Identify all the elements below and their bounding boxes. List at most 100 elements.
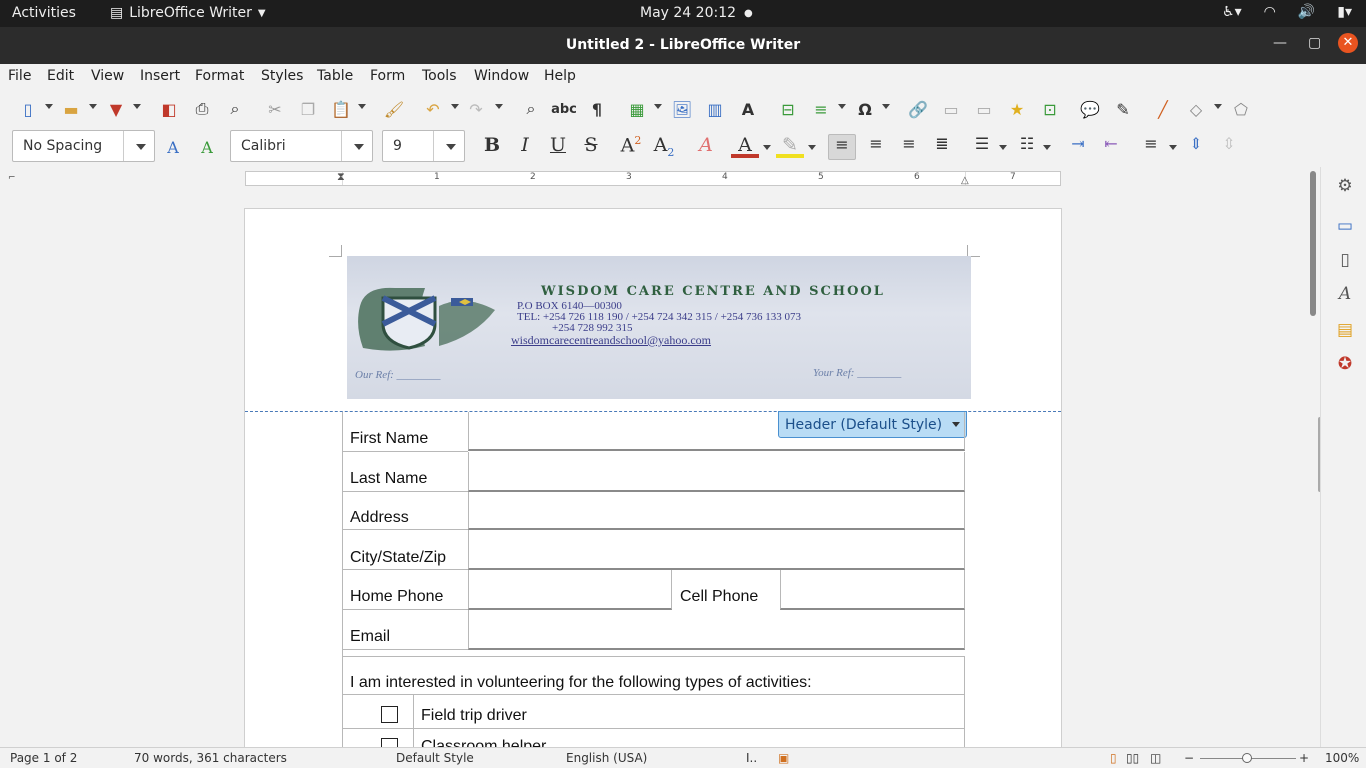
- chevron-down-icon[interactable]: [451, 104, 459, 109]
- align-left-icon[interactable]: ≡: [828, 134, 856, 160]
- decrease-paragraph-spacing-icon[interactable]: ⇳: [1215, 134, 1243, 160]
- endnote-icon[interactable]: ▭: [971, 96, 997, 122]
- increase-paragraph-spacing-icon[interactable]: ⇕: [1182, 134, 1210, 160]
- menu-edit[interactable]: Edit: [47, 68, 74, 84]
- bullet-list-icon[interactable]: ☰: [968, 134, 996, 160]
- font-size-combo[interactable]: 9: [382, 130, 465, 162]
- close-icon[interactable]: ✕: [1338, 33, 1358, 53]
- document-modified-icon[interactable]: ▣: [778, 751, 789, 765]
- minimize-icon[interactable]: —: [1273, 35, 1287, 51]
- menu-file[interactable]: File: [8, 68, 31, 84]
- activities-button[interactable]: Activities: [12, 5, 76, 21]
- home-phone-field[interactable]: [468, 570, 672, 610]
- special-character-icon[interactable]: Ω: [852, 96, 878, 122]
- cell-phone-field[interactable]: [780, 570, 965, 610]
- accessibility-icon[interactable]: ♿▾: [1222, 4, 1242, 20]
- document-page[interactable]: WISDOM CARE CENTRE AND SCHOOL P.O BOX 61…: [244, 208, 1062, 747]
- paste-icon[interactable]: 📋: [328, 96, 354, 122]
- update-style-icon[interactable]: A: [160, 134, 186, 160]
- cut-icon[interactable]: ✂: [262, 96, 288, 122]
- field-trip-driver-checkbox[interactable]: [381, 706, 398, 723]
- insert-chart-icon[interactable]: ▥: [702, 96, 728, 122]
- footnote-icon[interactable]: ▭: [938, 96, 964, 122]
- address-field[interactable]: [468, 492, 965, 530]
- insert-image-icon[interactable]: 🖼: [669, 96, 695, 122]
- first-name-field[interactable]: [468, 412, 965, 451]
- properties-icon[interactable]: ▭: [1334, 216, 1356, 238]
- zoom-in-icon[interactable]: +: [1299, 751, 1309, 765]
- menu-styles[interactable]: Styles: [261, 68, 303, 84]
- chevron-down-icon[interactable]: [1169, 145, 1177, 150]
- chevron-down-icon[interactable]: [358, 104, 366, 109]
- increase-indent-icon[interactable]: ⇥: [1064, 134, 1092, 160]
- insert-table-icon[interactable]: ▦: [624, 96, 650, 122]
- tab-stop-icon[interactable]: ⌐: [8, 173, 16, 183]
- align-center-icon[interactable]: ≡: [862, 134, 890, 160]
- book-view-icon[interactable]: ◫: [1150, 751, 1161, 765]
- justify-icon[interactable]: ≣: [928, 134, 956, 160]
- vertical-scrollbar[interactable]: [1306, 167, 1326, 747]
- track-changes-icon[interactable]: ✎: [1110, 96, 1136, 122]
- new-style-icon[interactable]: A: [194, 134, 220, 160]
- find-replace-icon[interactable]: ⌕: [518, 96, 544, 122]
- classroom-helper-checkbox[interactable]: [381, 738, 398, 747]
- chevron-down-icon[interactable]: [1043, 145, 1051, 150]
- bold-icon[interactable]: B: [478, 134, 506, 160]
- menu-insert[interactable]: Insert: [140, 68, 180, 84]
- formatting-marks-icon[interactable]: ¶: [584, 96, 610, 122]
- chevron-down-icon[interactable]: [654, 104, 662, 109]
- draw-functions-icon[interactable]: ⬠: [1228, 96, 1254, 122]
- navigator-icon[interactable]: ✪: [1334, 354, 1356, 376]
- multi-page-view-icon[interactable]: ▯▯: [1126, 751, 1139, 765]
- word-count[interactable]: 70 words, 361 characters: [134, 751, 287, 765]
- maximize-icon[interactable]: ▢: [1308, 35, 1321, 51]
- chevron-down-icon[interactable]: [838, 104, 846, 109]
- menu-window[interactable]: Window: [474, 68, 529, 84]
- strikethrough-icon[interactable]: S: [577, 134, 605, 160]
- gallery-icon[interactable]: ▤: [1334, 320, 1356, 342]
- chevron-down-icon[interactable]: [89, 104, 97, 109]
- insert-mode-icon[interactable]: I..: [746, 751, 757, 765]
- basic-shapes-icon[interactable]: ◇: [1183, 96, 1209, 122]
- copy-icon[interactable]: ❐: [295, 96, 321, 122]
- save-icon[interactable]: ▼: [103, 96, 129, 122]
- system-tray[interactable]: ♿▾ ◠ 🔊 ▮▾: [1222, 4, 1352, 20]
- chevron-down-icon[interactable]: [446, 144, 456, 150]
- clone-formatting-icon[interactable]: 🖌: [381, 96, 407, 122]
- insert-page-break-icon[interactable]: ⊟: [775, 96, 801, 122]
- city-state-zip-field[interactable]: [468, 530, 965, 570]
- insert-textbox-icon[interactable]: A: [735, 96, 761, 122]
- page-style[interactable]: Default Style: [396, 751, 474, 765]
- last-name-field[interactable]: [468, 452, 965, 492]
- bookmark-icon[interactable]: ★: [1004, 96, 1030, 122]
- export-pdf-icon[interactable]: ◧: [156, 96, 182, 122]
- chevron-down-icon[interactable]: [882, 104, 890, 109]
- align-right-icon[interactable]: ≡: [895, 134, 923, 160]
- chevron-down-icon[interactable]: [763, 145, 771, 150]
- underline-icon[interactable]: U: [544, 134, 572, 160]
- clear-formatting-icon[interactable]: A: [692, 134, 720, 160]
- chevron-down-icon[interactable]: [133, 104, 141, 109]
- numbered-list-icon[interactable]: ☷: [1013, 134, 1041, 160]
- chevron-down-icon[interactable]: [136, 144, 146, 150]
- open-folder-icon[interactable]: ▬: [58, 96, 84, 122]
- left-indent-marker[interactable]: ⧗: [337, 170, 345, 184]
- zoom-out-icon[interactable]: −: [1184, 751, 1194, 765]
- paragraph-style-combo[interactable]: No Spacing: [12, 130, 155, 162]
- menu-help[interactable]: Help: [544, 68, 576, 84]
- styles-icon[interactable]: A: [1334, 284, 1356, 306]
- insert-field-icon[interactable]: ≡: [808, 96, 834, 122]
- right-indent-marker[interactable]: △: [961, 175, 969, 186]
- italic-icon[interactable]: I: [511, 134, 539, 160]
- chevron-down-icon[interactable]: [1214, 104, 1222, 109]
- horizontal-ruler[interactable]: 1 2 3 4 5 6 7 ⧗ △: [245, 170, 1061, 186]
- chevron-down-icon[interactable]: [808, 145, 816, 150]
- print-preview-icon[interactable]: ⌕: [222, 96, 248, 122]
- cross-reference-icon[interactable]: ⊡: [1037, 96, 1063, 122]
- language[interactable]: English (USA): [566, 751, 647, 765]
- clock[interactable]: May 24 20:12 ●: [640, 5, 753, 21]
- spelling-icon[interactable]: abc: [551, 96, 577, 122]
- chevron-down-icon[interactable]: [495, 104, 503, 109]
- decrease-indent-icon[interactable]: ⇤: [1097, 134, 1125, 160]
- menu-tools[interactable]: Tools: [422, 68, 457, 84]
